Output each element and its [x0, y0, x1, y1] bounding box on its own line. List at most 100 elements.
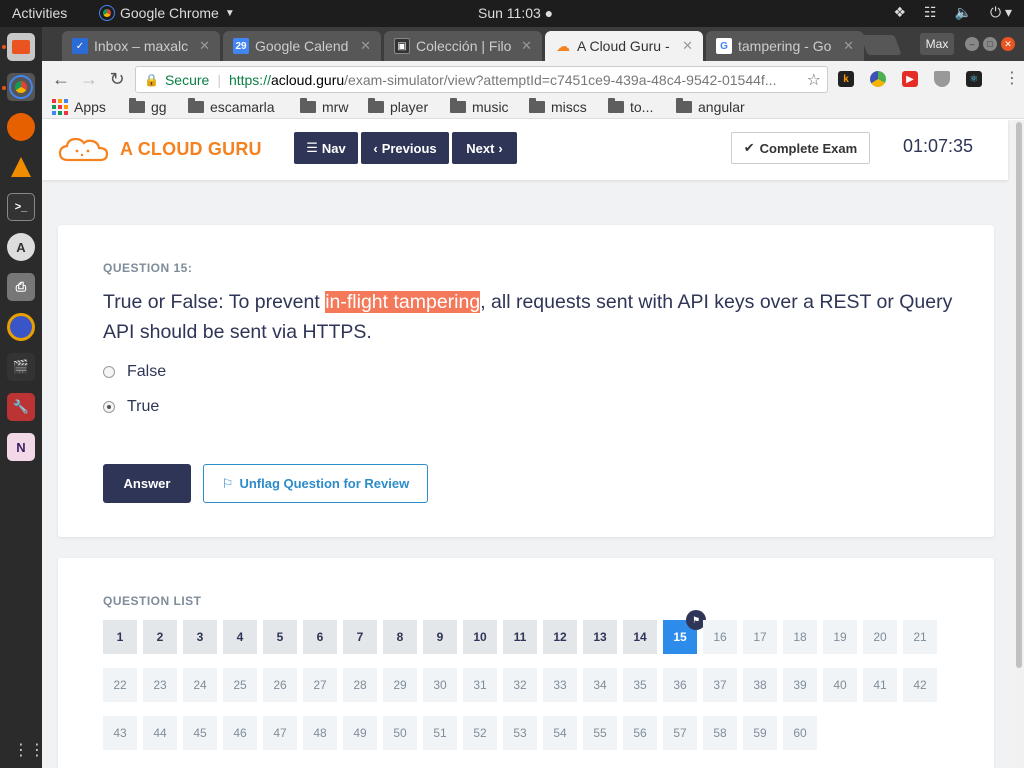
chrome-menu-icon[interactable]: ⋮ — [1004, 68, 1020, 88]
question-cell-8[interactable]: 8 — [383, 620, 417, 654]
question-cell-34[interactable]: 34 — [583, 668, 617, 702]
question-cell-9[interactable]: 9 — [423, 620, 457, 654]
question-cell-36[interactable]: 36 — [663, 668, 697, 702]
shield-icon[interactable] — [934, 71, 950, 87]
question-cell-30[interactable]: 30 — [423, 668, 457, 702]
question-cell-48[interactable]: 48 — [303, 716, 337, 750]
tab-google-search[interactable]: G tampering - Go ✕ — [706, 31, 864, 61]
vlc-icon[interactable] — [7, 153, 35, 181]
option-true[interactable]: True — [103, 398, 159, 416]
question-cell-33[interactable]: 33 — [543, 668, 577, 702]
bookmark-folder-miscs[interactable]: miscs — [529, 98, 587, 115]
question-cell-35[interactable]: 35 — [623, 668, 657, 702]
address-bar[interactable]: 🔒 Secure | https://acloud.guru/exam-simu… — [135, 66, 828, 93]
question-cell-14[interactable]: 14 — [623, 620, 657, 654]
question-cell-15[interactable]: 15 ⚑ — [663, 610, 706, 654]
question-cell-11[interactable]: 11 — [503, 620, 537, 654]
question-cell-23[interactable]: 23 — [143, 668, 177, 702]
tab-inbox[interactable]: ✓ Inbox – maxalc ✕ — [62, 31, 220, 61]
question-cell-2[interactable]: 2 — [143, 620, 177, 654]
question-cell-20[interactable]: 20 — [863, 620, 897, 654]
question-cell-47[interactable]: 47 — [263, 716, 297, 750]
question-cell-40[interactable]: 40 — [823, 668, 857, 702]
close-icon[interactable]: ✕ — [521, 38, 532, 54]
terminal-icon[interactable]: >_ — [7, 193, 35, 221]
power-icon[interactable]: ⏻ ▾ — [990, 4, 1012, 21]
archive-icon[interactable]: N — [7, 433, 35, 461]
gnome-software-icon[interactable] — [7, 313, 35, 341]
question-cell-25[interactable]: 25 — [223, 668, 257, 702]
question-cell-12[interactable]: 12 — [543, 620, 577, 654]
bookmark-folder-gg[interactable]: gg — [129, 98, 167, 115]
bookmark-folder-music[interactable]: music — [450, 98, 509, 115]
option-false[interactable]: False — [103, 363, 166, 381]
back-icon[interactable]: ← — [50, 68, 72, 90]
question-cell-51[interactable]: 51 — [423, 716, 457, 750]
radio-button[interactable] — [103, 401, 115, 413]
app-menu[interactable]: Google Chrome ▼ — [99, 5, 235, 21]
page-scrollbar[interactable] — [1014, 120, 1024, 768]
question-cell-57[interactable]: 57 — [663, 716, 697, 750]
chrome-dock-icon[interactable] — [7, 73, 35, 101]
video-editor-icon[interactable]: 🎬 — [7, 353, 35, 381]
question-cell-16[interactable]: 16 — [703, 620, 737, 654]
k-icon[interactable]: k — [838, 71, 854, 87]
question-cell-6[interactable]: 6 — [303, 620, 337, 654]
question-cell-56[interactable]: 56 — [623, 716, 657, 750]
question-cell-26[interactable]: 26 — [263, 668, 297, 702]
question-cell-45[interactable]: 45 — [183, 716, 217, 750]
bookmark-folder-mrw[interactable]: mrw — [300, 98, 348, 115]
question-cell-4[interactable]: 4 — [223, 620, 257, 654]
question-cell-55[interactable]: 55 — [583, 716, 617, 750]
radio-button[interactable] — [103, 366, 115, 378]
bookmark-apps[interactable]: Apps — [52, 99, 106, 115]
youtube-icon[interactable]: ▶ — [902, 71, 918, 87]
files-icon[interactable] — [7, 33, 35, 61]
question-cell-27[interactable]: 27 — [303, 668, 337, 702]
activities-button[interactable]: Activities — [12, 5, 67, 21]
question-cell-19[interactable]: 19 — [823, 620, 857, 654]
new-tab-button[interactable] — [860, 35, 902, 55]
question-cell-10[interactable]: 10 — [463, 620, 497, 654]
bookmark-folder-player[interactable]: player — [368, 98, 428, 115]
profile-button[interactable]: Max — [920, 33, 954, 55]
printer-icon[interactable]: ⎙ — [7, 273, 35, 301]
close-window-icon[interactable]: ✕ — [1001, 37, 1015, 51]
question-cell-49[interactable]: 49 — [343, 716, 377, 750]
question-cell-22[interactable]: 22 — [103, 668, 137, 702]
question-cell-42[interactable]: 42 — [903, 668, 937, 702]
question-cell-21[interactable]: 21 — [903, 620, 937, 654]
settings-icon[interactable]: 🔧 — [7, 393, 35, 421]
question-cell-24[interactable]: 24 — [183, 668, 217, 702]
question-cell-41[interactable]: 41 — [863, 668, 897, 702]
question-cell-28[interactable]: 28 — [343, 668, 377, 702]
scrollbar-thumb[interactable] — [1016, 122, 1022, 668]
firefox-icon[interactable] — [7, 113, 35, 141]
close-icon[interactable]: ✕ — [199, 38, 210, 54]
react-icon[interactable]: ⚛ — [966, 71, 982, 87]
bookmark-folder-to[interactable]: to... — [608, 98, 653, 115]
question-cell-53[interactable]: 53 — [503, 716, 537, 750]
question-cell-44[interactable]: 44 — [143, 716, 177, 750]
previous-button[interactable]: ‹ Previous — [361, 132, 449, 164]
complete-exam-button[interactable]: ✔ Complete Exam — [731, 132, 870, 164]
question-cell-18[interactable]: 18 — [783, 620, 817, 654]
question-cell-59[interactable]: 59 — [743, 716, 777, 750]
question-cell-54[interactable]: 54 — [543, 716, 577, 750]
question-cell-29[interactable]: 29 — [383, 668, 417, 702]
question-cell-39[interactable]: 39 — [783, 668, 817, 702]
brand-logo[interactable]: A CLOUD GURU — [58, 136, 262, 162]
dropbox-icon[interactable]: ❖ — [893, 4, 906, 21]
close-icon[interactable]: ✕ — [682, 38, 693, 54]
tab-acloudguru[interactable]: ☁ A Cloud Guru - ✕ — [545, 31, 703, 61]
unflag-button[interactable]: ⚐ Unflag Question for Review — [203, 464, 428, 503]
question-cell-52[interactable]: 52 — [463, 716, 497, 750]
bookmark-folder-angular[interactable]: angular — [676, 98, 745, 115]
color-icon[interactable] — [870, 71, 886, 87]
question-cell-1[interactable]: 1 — [103, 620, 137, 654]
minimize-icon[interactable]: – — [965, 37, 979, 51]
question-cell-50[interactable]: 50 — [383, 716, 417, 750]
next-button[interactable]: Next › — [452, 132, 517, 164]
network-icon[interactable]: ☷ — [924, 4, 937, 21]
close-icon[interactable]: ✕ — [360, 38, 371, 54]
